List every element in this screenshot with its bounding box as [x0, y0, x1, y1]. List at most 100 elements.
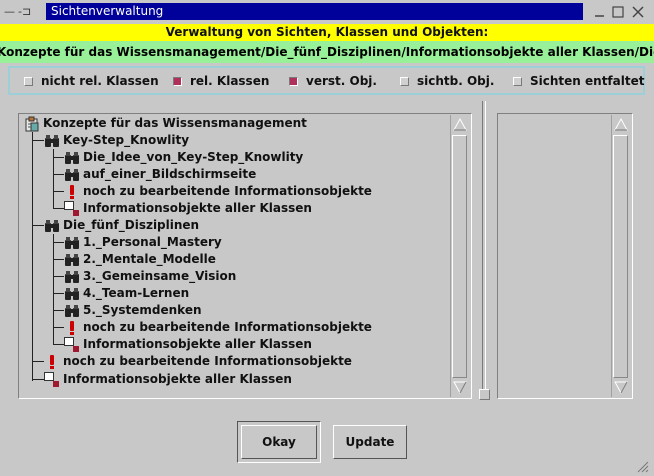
- arrow-down-icon: [453, 381, 467, 395]
- objects-icon: [44, 371, 60, 388]
- option-label: sichtb. Obj.: [417, 74, 495, 88]
- window-menu-icon[interactable]: —: [4, 4, 15, 20]
- tree-node-label: 2._Mentale_Modelle: [83, 252, 216, 266]
- tree-node-team-lernen[interactable]: 4._Team-Lernen: [64, 285, 189, 302]
- sichtenverwaltung-window: — -⊐ Sichtenverwaltung Verwaltung von Si…: [0, 0, 654, 476]
- tree-node-noch-zu-bearbeiten[interactable]: noch zu bearbeitende Informationsobjekte: [64, 319, 372, 336]
- option-sichtb-obj[interactable]: sichtb. Obj.: [400, 74, 494, 88]
- tree-node-label: Die_fünf_Disziplinen: [63, 218, 200, 232]
- option-label: verst. Obj.: [306, 74, 377, 88]
- tree-node-personal-mastery[interactable]: 1._Personal_Mastery: [64, 234, 222, 251]
- tree-node-label: Konzepte für das Wissensmanagement: [43, 116, 307, 130]
- tree-node-noch-zu-bearbeiten[interactable]: noch zu bearbeitende Informationsobjekte: [64, 183, 372, 200]
- close-icon: [632, 6, 644, 18]
- option-sichten-entfaltet[interactable]: Sichten entfaltet: [513, 74, 644, 88]
- option-label: nicht rel. Klassen: [41, 74, 159, 88]
- detail-panel: [497, 113, 633, 399]
- scroll-down-arrow[interactable]: [452, 380, 468, 396]
- pane-divider-handle[interactable]: [479, 389, 490, 400]
- scroll-down-arrow[interactable]: [613, 380, 629, 396]
- title-bar[interactable]: — -⊐ Sichtenverwaltung: [0, 0, 654, 24]
- tree-node-label: Informationsobjekte aller Klassen: [83, 201, 312, 215]
- minimize-button[interactable]: [592, 4, 608, 20]
- header-title: Verwaltung von Sichten, Klassen und Obje…: [0, 24, 654, 41]
- tree-node-informationsobjekte[interactable]: Informationsobjekte aller Klassen: [44, 371, 292, 388]
- tree-node-key-step-knowlity[interactable]: Key-Step_Knowlity: [44, 132, 189, 149]
- exclamation-icon: [64, 320, 80, 336]
- binoculars-icon: [64, 269, 80, 285]
- binoculars-icon: [64, 167, 80, 183]
- scroll-thumb[interactable]: [452, 135, 467, 378]
- detail-scrollbar[interactable]: [611, 115, 630, 397]
- tree-node-label: 3._Gemeinsame_Vision: [83, 269, 237, 283]
- tree-node-die-fuenf-disziplinen[interactable]: Die_fünf_Disziplinen: [44, 217, 199, 234]
- tree-node-gemeinsame-vision[interactable]: 3._Gemeinsame_Vision: [64, 268, 236, 285]
- tree-node-label: noch zu bearbeitende Informationsobjekte: [83, 320, 372, 334]
- scroll-up-arrow[interactable]: [613, 116, 629, 132]
- pin-icon[interactable]: -⊐: [18, 4, 31, 20]
- tree-panel: Konzepte für das Wissensmanagement Key-S…: [18, 113, 472, 399]
- current-path: Konzepte für das Wissensmanagement/Die_f…: [0, 41, 654, 63]
- option-label: rel. Klassen: [190, 74, 270, 88]
- tree-node-label: Key-Step_Knowlity: [63, 133, 190, 147]
- binoculars-icon: [64, 235, 80, 251]
- arrow-up-icon: [614, 117, 628, 131]
- scroll-up-arrow[interactable]: [452, 116, 468, 132]
- minimize-icon: [595, 15, 604, 17]
- binoculars-icon: [64, 286, 80, 302]
- tree-node-label: noch zu bearbeitende Informationsobjekte: [63, 354, 352, 368]
- tree-node-label: 5._Systemdenken: [83, 303, 202, 317]
- tree-node-label: Informationsobjekte aller Klassen: [83, 337, 312, 351]
- tree-node-label: noch zu bearbeitende Informationsobjekte: [83, 184, 372, 198]
- binoculars-icon: [64, 303, 80, 319]
- scroll-thumb[interactable]: [613, 135, 628, 378]
- close-button[interactable]: [630, 4, 646, 20]
- window-title: Sichtenverwaltung: [46, 3, 583, 20]
- tree-node-die-idee[interactable]: Die_Idee_von_Key-Step_Knowlity: [64, 149, 303, 166]
- tree-node-label: Die_Idee_von_Key-Step_Knowlity: [83, 150, 304, 164]
- window-menu-controls: — -⊐: [4, 4, 31, 20]
- tree-node-informationsobjekte[interactable]: Informationsobjekte aller Klassen: [64, 200, 312, 217]
- tree-node-label: 4._Team-Lernen: [83, 286, 190, 300]
- filter-options-bar: nicht rel. Klassen rel. Klassen verst. O…: [8, 66, 645, 95]
- tree-node-label: auf_einer_Bildschirmseite: [83, 167, 257, 181]
- detail-list[interactable]: [499, 115, 610, 397]
- okay-button[interactable]: Okay: [241, 425, 317, 459]
- tree-node-noch-zu-bearbeiten[interactable]: noch zu bearbeitende Informationsobjekte: [44, 353, 352, 370]
- option-rel-klassen[interactable]: rel. Klassen: [173, 74, 269, 88]
- binoculars-icon: [64, 252, 80, 268]
- maximize-button[interactable]: [610, 4, 626, 20]
- arrow-up-icon: [453, 117, 467, 131]
- exclamation-icon: [64, 184, 80, 200]
- objects-icon: [64, 200, 80, 217]
- maximize-icon: [612, 6, 624, 18]
- tree-node-label: 1._Personal_Mastery: [83, 235, 222, 249]
- option-label: Sichten entfaltet: [530, 74, 645, 88]
- binoculars-icon: [64, 150, 80, 166]
- objects-icon: [64, 336, 80, 353]
- checkbox-sichtb-obj[interactable]: [400, 76, 409, 86]
- tree-node-label: Informationsobjekte aller Klassen: [63, 372, 292, 386]
- tree-view[interactable]: Konzepte für das Wissensmanagement Key-S…: [20, 115, 449, 397]
- arrow-down-icon: [614, 381, 628, 395]
- resize-grip-icon[interactable]: [634, 458, 650, 474]
- binoculars-icon: [44, 133, 60, 149]
- tree-node-auf-einer-bildschirmseite[interactable]: auf_einer_Bildschirmseite: [64, 166, 256, 183]
- update-button[interactable]: Update: [333, 425, 407, 459]
- checkbox-verst-obj[interactable]: [289, 76, 298, 86]
- checkbox-sichten-entfaltet[interactable]: [513, 76, 522, 86]
- tree-scrollbar[interactable]: [450, 115, 469, 397]
- option-nicht-rel-klassen[interactable]: nicht rel. Klassen: [24, 74, 159, 88]
- option-verst-obj[interactable]: verst. Obj.: [289, 74, 377, 88]
- checkbox-rel-klassen[interactable]: [173, 76, 182, 86]
- checkbox-nicht-rel-klassen[interactable]: [24, 76, 33, 86]
- clipboard-icon: [24, 116, 40, 132]
- current-path-text: Konzepte für das Wissensmanagement/Die_f…: [0, 45, 654, 59]
- tree-node-systemdenken[interactable]: 5._Systemdenken: [64, 302, 202, 319]
- tree-node-informationsobjekte[interactable]: Informationsobjekte aller Klassen: [64, 336, 312, 353]
- tree-node-root[interactable]: Konzepte für das Wissensmanagement: [24, 115, 307, 132]
- tree-node-mentale-modelle[interactable]: 2._Mentale_Modelle: [64, 251, 216, 268]
- binoculars-icon: [44, 218, 60, 234]
- exclamation-icon: [44, 354, 60, 370]
- pane-divider[interactable]: [482, 101, 486, 399]
